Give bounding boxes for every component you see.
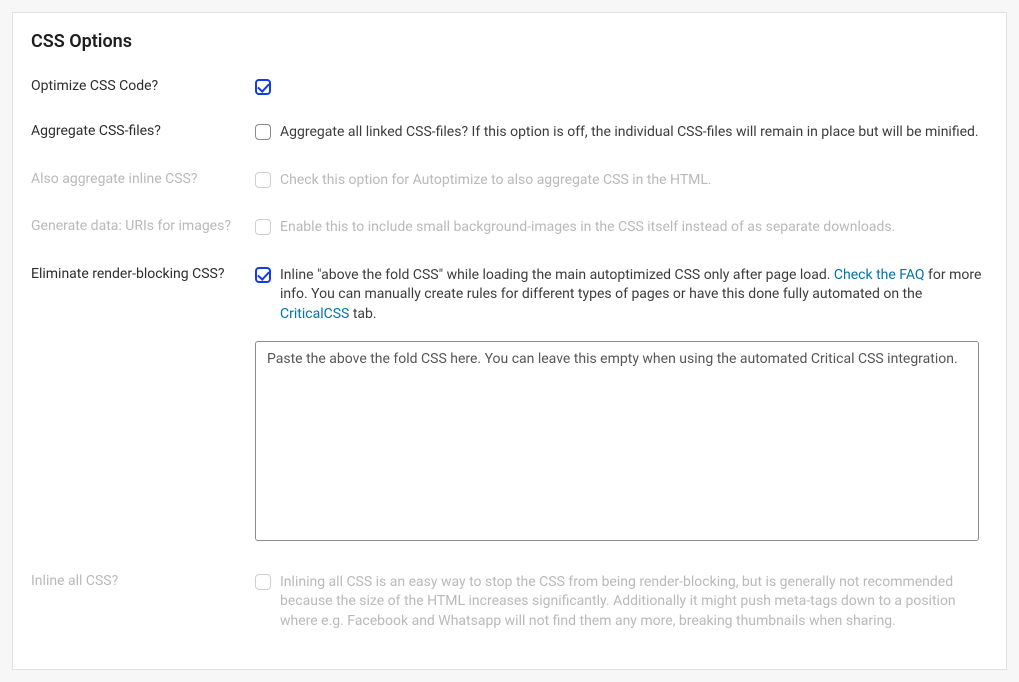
checkbox-data-uris: [255, 219, 271, 235]
row-aggregate-inline-css: Also aggregate inline CSS? Check this op…: [31, 171, 988, 191]
desc-aggregate-inline-css: Check this option for Autoptimize to als…: [280, 171, 712, 191]
label-data-uris: Generate data: URIs for images?: [31, 218, 255, 234]
link-criticalcss[interactable]: CriticalCSS: [280, 306, 349, 322]
desc-eliminate-part3: tab.: [349, 306, 376, 322]
checkbox-aggregate-css[interactable]: [255, 124, 271, 140]
desc-aggregate-css: Aggregate all linked CSS-files? If this …: [280, 123, 979, 143]
row-data-uris: Generate data: URIs for images? Enable t…: [31, 218, 988, 238]
checkbox-aggregate-inline-css: [255, 172, 271, 188]
checkbox-eliminate-render-blocking[interactable]: [255, 267, 271, 283]
link-check-faq[interactable]: Check the FAQ: [834, 267, 925, 283]
desc-inline-all-css: Inlining all CSS is an easy way to stop …: [280, 573, 988, 632]
row-optimize-css: Optimize CSS Code?: [31, 78, 988, 95]
css-options-panel: CSS Options Optimize CSS Code? Aggregate…: [12, 12, 1007, 670]
row-aggregate-css: Aggregate CSS-files? Aggregate all linke…: [31, 123, 988, 143]
label-inline-all-css: Inline all CSS?: [31, 573, 255, 589]
above-fold-css-wrap: [255, 341, 988, 545]
label-optimize-css: Optimize CSS Code?: [31, 78, 255, 94]
desc-data-uris: Enable this to include small background-…: [280, 218, 895, 238]
label-eliminate-render-blocking: Eliminate render-blocking CSS?: [31, 266, 255, 282]
row-eliminate-render-blocking: Eliminate render-blocking CSS? Inline "a…: [31, 266, 988, 325]
desc-eliminate-part1: Inline "above the fold CSS" while loadin…: [280, 267, 834, 283]
checkbox-optimize-css[interactable]: [255, 79, 271, 95]
above-fold-css-textarea[interactable]: [255, 341, 979, 541]
label-aggregate-inline-css: Also aggregate inline CSS?: [31, 171, 255, 187]
checkbox-inline-all-css: [255, 574, 271, 590]
row-inline-all-css: Inline all CSS? Inlining all CSS is an e…: [31, 573, 988, 632]
section-title: CSS Options: [31, 31, 988, 52]
label-aggregate-css: Aggregate CSS-files?: [31, 123, 255, 139]
desc-eliminate-render-blocking: Inline "above the fold CSS" while loadin…: [280, 266, 988, 325]
